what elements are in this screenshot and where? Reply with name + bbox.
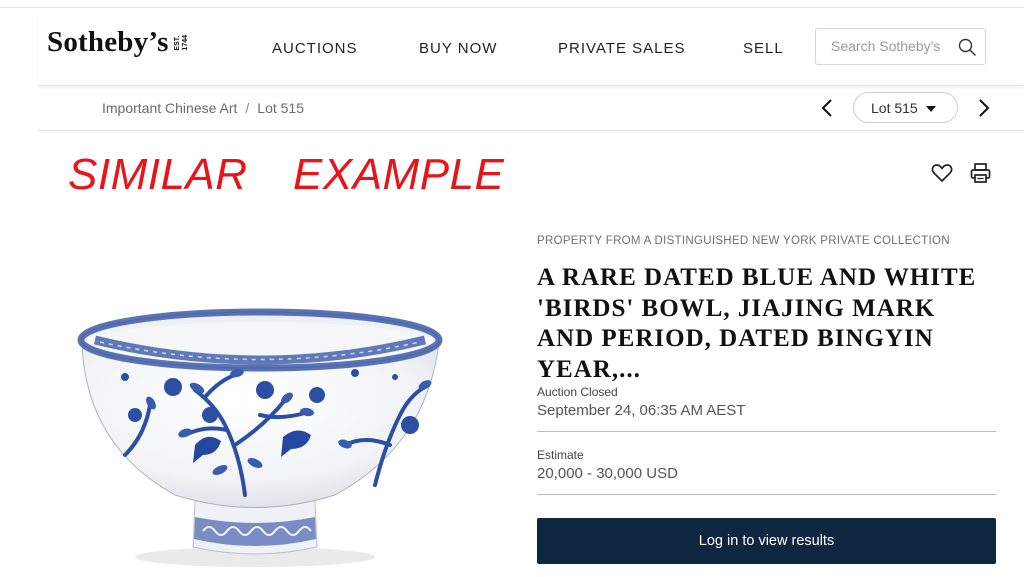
sothebys-logo[interactable]: Sotheby’s EST. 1744 bbox=[47, 26, 189, 59]
auction-status: Auction Closed September 24, 06:35 AM AE… bbox=[537, 385, 996, 432]
breadcrumb-current-lot: Lot 515 bbox=[257, 100, 305, 116]
breadcrumb-separator: / bbox=[245, 100, 250, 116]
search-icon[interactable] bbox=[958, 38, 976, 56]
nav-buy-now[interactable]: BUY NOW bbox=[419, 40, 497, 57]
lot-provenance: PROPERTY FROM A DISTINGUISHED NEW YORK P… bbox=[537, 235, 950, 247]
caret-down-icon bbox=[926, 106, 936, 112]
auction-status-label: Auction Closed bbox=[537, 385, 618, 399]
logo-wordmark: Sotheby’s bbox=[47, 26, 169, 58]
top-strip bbox=[0, 0, 1024, 8]
print-icon[interactable] bbox=[970, 162, 991, 184]
estimate: Estimate 20,000 - 30,000 USD bbox=[537, 448, 996, 495]
logo-established: EST. 1744 bbox=[174, 35, 189, 51]
heart-icon[interactable] bbox=[931, 163, 953, 183]
lot-selector-value: Lot 515 bbox=[871, 100, 918, 116]
nav-sell[interactable]: SELL bbox=[743, 40, 784, 57]
nav-private-sales[interactable]: PRIVATE SALES bbox=[558, 40, 686, 57]
logo-est-label: EST. bbox=[173, 35, 181, 51]
auction-status-date: September 24, 06:35 AM AEST bbox=[537, 402, 746, 419]
lot-image-bowl bbox=[77, 308, 443, 567]
search-input[interactable] bbox=[831, 38, 961, 54]
lot-title: A RARE DATED BLUE AND WHITE 'BIRDS' BOWL… bbox=[537, 264, 977, 383]
estimate-value: 20,000 - 30,000 USD bbox=[537, 465, 678, 482]
nav-auctions[interactable]: AUCTIONS bbox=[272, 40, 358, 57]
login-to-view-results-button[interactable]: Log in to view results bbox=[537, 518, 996, 564]
chevron-right-icon[interactable] bbox=[975, 97, 993, 119]
site-header: Sotheby’s EST. 1744 AUCTIONS BUY NOW PRI… bbox=[38, 8, 1024, 86]
lot-selector-dropdown[interactable]: Lot 515 bbox=[853, 92, 958, 123]
logo-est-year: 1744 bbox=[181, 35, 189, 51]
breadcrumb-sale-link[interactable]: Important Chinese Art bbox=[102, 100, 237, 116]
similar-example-overlay: SIMILAR EXAMPLE bbox=[68, 150, 505, 199]
breadcrumb-bar: Important Chinese Art / Lot 515 Lot 515 bbox=[38, 86, 1024, 131]
search-box bbox=[815, 28, 986, 65]
estimate-label: Estimate bbox=[537, 448, 584, 462]
lot-detail: PROPERTY FROM A DISTINGUISHED NEW YORK P… bbox=[537, 235, 997, 385]
chevron-left-icon[interactable] bbox=[818, 97, 836, 119]
breadcrumb: Important Chinese Art / Lot 515 bbox=[102, 100, 304, 116]
